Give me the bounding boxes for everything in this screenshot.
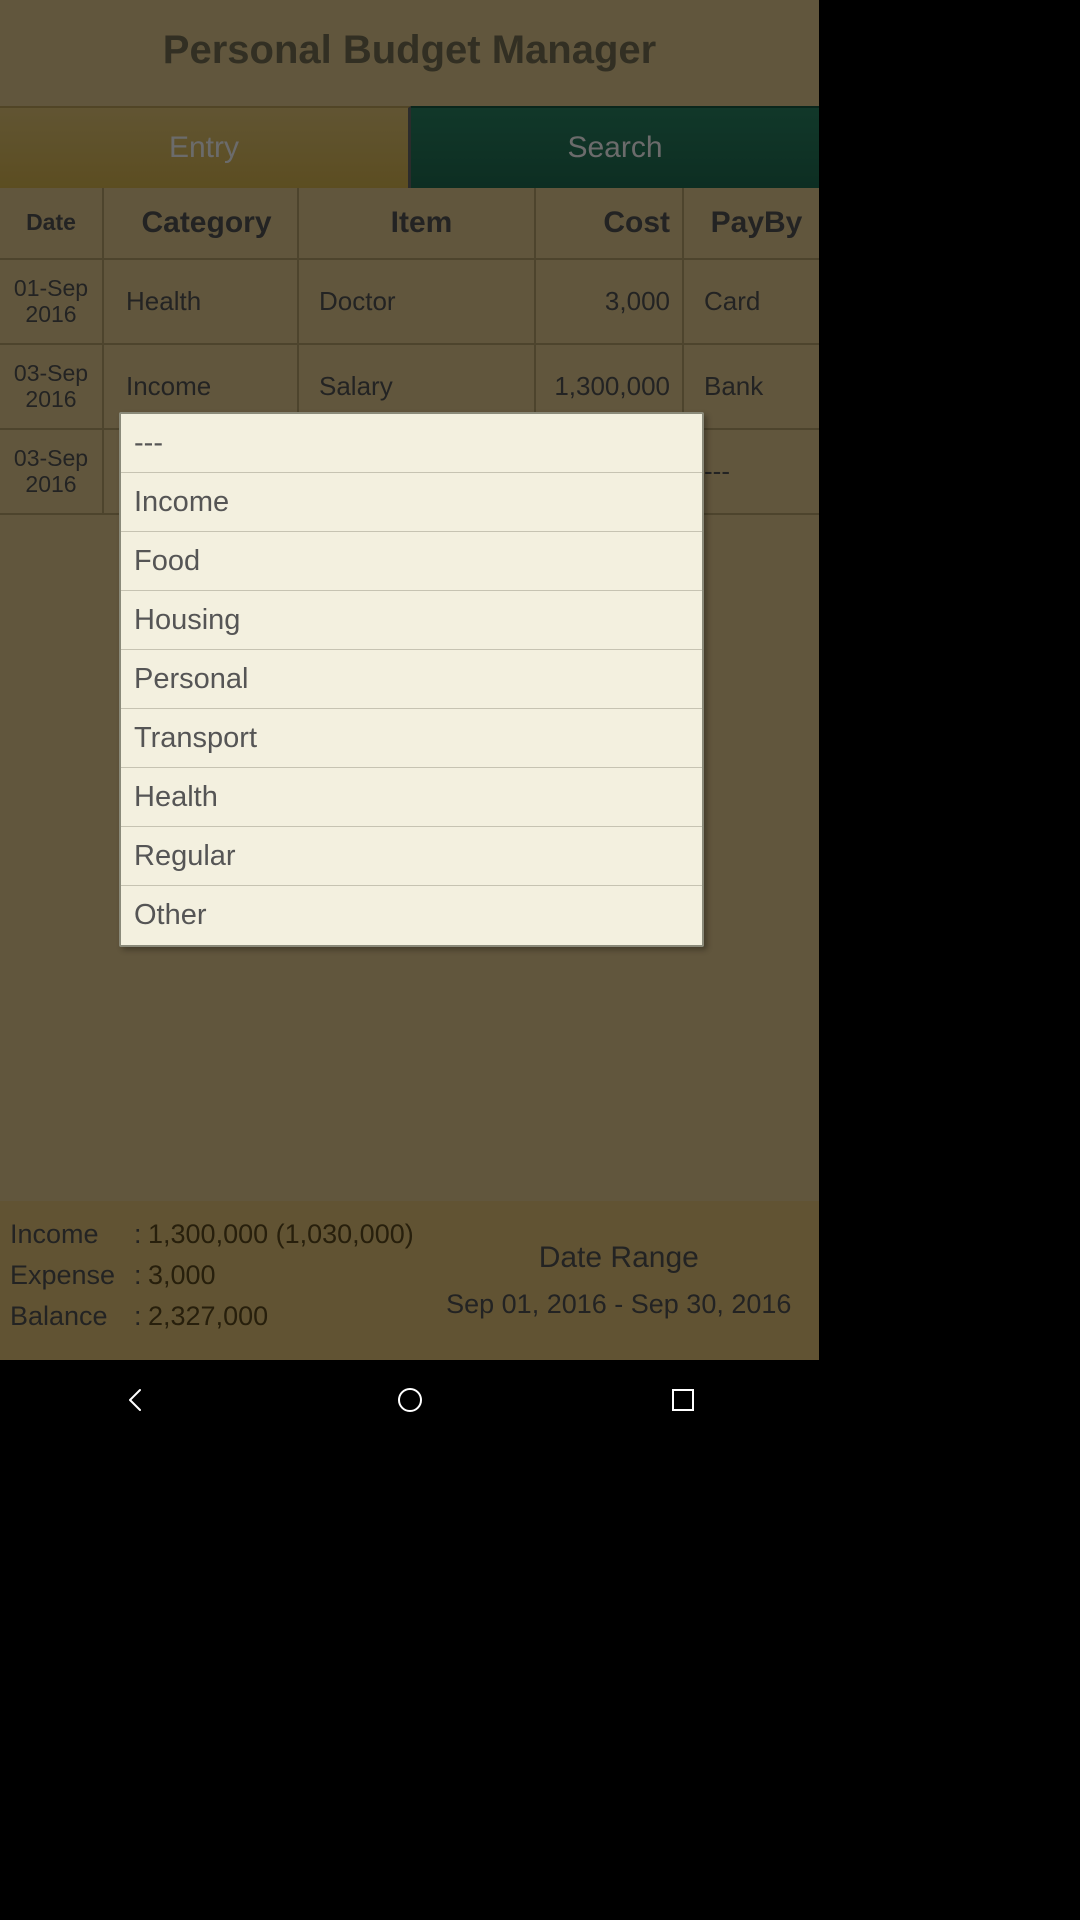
back-icon	[122, 1385, 152, 1415]
dropdown-item-other[interactable]: Other	[121, 886, 702, 945]
dropdown-item-food[interactable]: Food	[121, 532, 702, 591]
dropdown-item-personal[interactable]: Personal	[121, 650, 702, 709]
recent-icon	[671, 1388, 695, 1412]
dropdown-item-regular[interactable]: Regular	[121, 827, 702, 886]
home-button[interactable]	[390, 1380, 430, 1420]
dropdown-item-transport[interactable]: Transport	[121, 709, 702, 768]
dropdown-item-housing[interactable]: Housing	[121, 591, 702, 650]
app-screen: Personal Budget Manager Entry Search Dat…	[0, 0, 819, 1360]
dropdown-item-none[interactable]: ---	[121, 414, 702, 473]
category-dropdown: --- Income Food Housing Personal Transpo…	[119, 412, 704, 947]
back-button[interactable]	[117, 1380, 157, 1420]
recent-button[interactable]	[663, 1380, 703, 1420]
modal-overlay[interactable]: --- Income Food Housing Personal Transpo…	[0, 0, 819, 1360]
dropdown-item-income[interactable]: Income	[121, 473, 702, 532]
android-navbar	[0, 1360, 819, 1440]
home-icon	[397, 1387, 423, 1413]
dropdown-item-health[interactable]: Health	[121, 768, 702, 827]
